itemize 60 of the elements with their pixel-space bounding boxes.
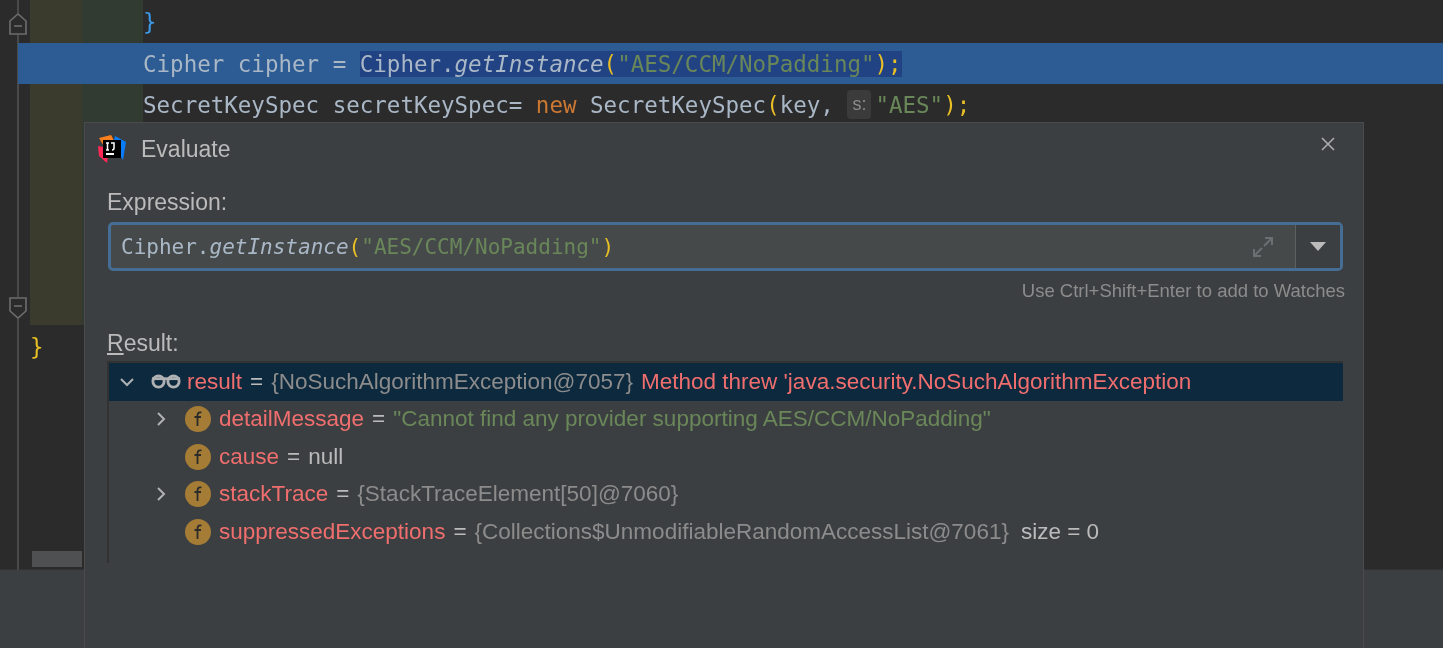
field-icon	[185, 406, 211, 433]
code-token: (	[348, 234, 362, 259]
caret-icon	[1310, 241, 1326, 252]
app-logo-icon	[97, 134, 127, 164]
equals-sign: =	[336, 481, 350, 508]
equals-sign: =	[453, 518, 467, 545]
hint-text: Use Ctrl+Shift+Enter to add to Watches	[1021, 280, 1345, 302]
result-label: Result:	[107, 330, 180, 357]
code-token: SecretKeySpec secretKeySpec=	[143, 91, 524, 118]
variable-name: detailMessage	[219, 406, 365, 433]
equals-sign: =	[287, 443, 301, 470]
variable-name: result	[187, 368, 243, 395]
expression-label: Expression:	[107, 189, 229, 216]
variable-name: stackTrace	[219, 481, 329, 508]
variable-value: {StackTraceElement[50]@7060}	[357, 481, 679, 508]
code-token: key,	[779, 91, 835, 118]
code-token: )	[943, 91, 957, 118]
code-token: }	[30, 334, 44, 360]
code-token: "AES/CCM/NoPadding"	[617, 50, 875, 77]
variable-value: "Cannot find any provider supporting AES/CCM/NoPadding"	[393, 406, 991, 433]
code-token: getInstance	[209, 234, 349, 259]
fold-icon[interactable]	[8, 297, 28, 319]
equals-sign: =	[372, 406, 386, 433]
variable-value: {NoSuchAlgorithmException@7057}	[271, 368, 633, 395]
scrollbar-thumb[interactable]	[32, 551, 82, 567]
code-token: getInstance	[454, 50, 604, 77]
glasses-icon	[151, 374, 181, 390]
field-icon	[185, 443, 211, 470]
variable-value: {Collections$UnmodifiableRandomAccessList@7061}	[474, 518, 1009, 545]
close-icon[interactable]	[1320, 136, 1336, 152]
parameter-hint: s:	[847, 90, 872, 119]
code-token: ;	[956, 91, 971, 118]
tree-row[interactable]: stackTrace = {StackTraceElement[50]@7060}	[109, 475, 1343, 513]
tree-row[interactable]: detailMessage = "Cannot find any provider supporting AES/CCM/NoPadding"	[109, 400, 1343, 438]
code-token: ;	[888, 50, 902, 77]
variable-name: suppressedExceptions	[219, 518, 446, 545]
code-token: }	[143, 8, 157, 35]
code-token: "AES"	[875, 91, 944, 118]
tree-row[interactable]: result = {NoSuchAlgorithmException@7057} Method threw 'java.security.NoSuchAlgorithmException	[109, 363, 1343, 401]
code-token: Cipher.	[359, 50, 455, 77]
history-dropdown-button[interactable]	[1295, 225, 1340, 268]
expression-field[interactable]: Cipher.getInstance("AES/CCM/NoPadding")	[108, 222, 1343, 271]
code-token: Cipher cipher =	[143, 50, 348, 77]
equals-sign: =	[250, 368, 264, 395]
code-token: SecretKeySpec	[589, 91, 767, 118]
code-token: "AES/CCM/NoPadding"	[361, 234, 602, 259]
variable-name: cause	[219, 443, 280, 470]
code-token: )	[601, 234, 615, 259]
size-text: size = 0	[1020, 518, 1100, 545]
dialog-title: Evaluate	[141, 135, 231, 163]
variable-value: null	[308, 443, 344, 470]
field-icon	[185, 518, 211, 545]
error-message: Method threw 'java.security.NoSuchAlgorithmException	[641, 368, 1192, 395]
code-token: Cipher.	[121, 234, 210, 259]
tree-row[interactable]: suppressedExceptions = {Collections$UnmodifiableRandomAccessList@7061} size = 0	[109, 513, 1343, 551]
fold-icon[interactable]	[8, 13, 28, 35]
code-token: new	[535, 91, 577, 118]
tree-row[interactable]: cause = null	[109, 438, 1343, 476]
code-token: (	[766, 91, 780, 118]
field-icon	[185, 481, 211, 508]
